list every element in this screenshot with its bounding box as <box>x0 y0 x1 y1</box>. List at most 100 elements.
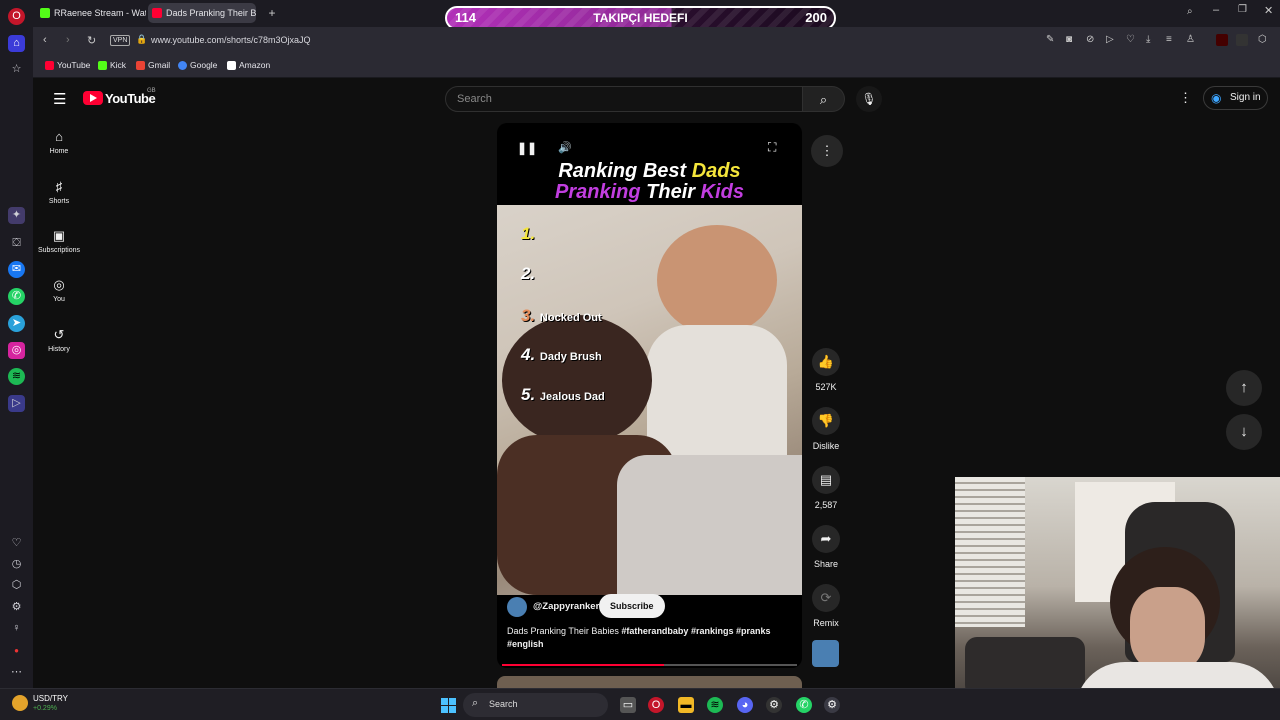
search-button[interactable]: ⌕ <box>803 86 845 112</box>
ticker-name[interactable]: USD/TRY <box>33 694 68 703</box>
bookmark-kick[interactable]: Kick <box>98 60 126 70</box>
edit-icon[interactable]: ✎ <box>1046 34 1054 45</box>
discord-icon[interactable]: ◕ <box>737 697 753 713</box>
hamburger-menu-icon[interactable]: ☰ <box>53 90 66 108</box>
messenger-icon[interactable]: ✉ <box>8 261 25 278</box>
dislike-action[interactable]: 👎 Dislike <box>812 407 840 451</box>
back-icon[interactable]: ‹ <box>43 34 47 46</box>
url-field[interactable]: www.youtube.com/shorts/c78m3OjxaJQ <box>151 35 311 45</box>
comments-action[interactable]: ▤ 2,587 <box>812 466 840 510</box>
shopping-icon[interactable]: ⛋ <box>8 235 25 252</box>
volume-icon[interactable]: 🔊 <box>558 141 572 154</box>
short-player[interactable]: Ranking Best Dads Pranking Their Kids 1.… <box>497 123 802 668</box>
vpn-badge[interactable]: VPN <box>110 35 131 46</box>
comment-icon[interactable]: ▤ <box>812 466 840 494</box>
plus-icon[interactable]: + <box>265 6 279 20</box>
star-icon[interactable]: ☆ <box>8 61 25 78</box>
bookmark-gmail[interactable]: Gmail <box>136 60 170 70</box>
short-caption: Dads Pranking Their Babies #fatherandbab… <box>507 626 771 649</box>
minimize-icon[interactable]: – <box>1213 4 1219 16</box>
weather-icon[interactable] <box>12 695 28 711</box>
spotify-taskbar-icon[interactable]: ≋ <box>707 697 723 713</box>
cube-icon[interactable]: ⬡ <box>8 577 25 594</box>
previous-short-button[interactable]: ↑ <box>1226 370 1262 406</box>
file-explorer-icon[interactable]: ▬ <box>678 697 694 713</box>
windows-start-icon[interactable] <box>440 697 456 713</box>
whatsapp-taskbar-icon[interactable]: ✆ <box>796 697 812 713</box>
voice-search-button[interactable]: 🎙 <box>856 86 882 112</box>
kick-icon <box>98 61 107 70</box>
bookmark-youtube[interactable]: YouTube <box>45 60 90 70</box>
player-icon[interactable]: ▷ <box>8 395 25 412</box>
channel-avatar[interactable] <box>507 597 527 617</box>
opera-taskbar-icon[interactable]: O <box>648 697 664 713</box>
spotify-icon[interactable]: ≋ <box>8 368 25 385</box>
youtube-logo-icon[interactable] <box>83 91 103 105</box>
share-action[interactable]: ➦ Share <box>812 525 840 569</box>
block-icon[interactable]: ⊘ <box>1086 34 1094 45</box>
nav-subscriptions[interactable]: ▣ Subscriptions <box>33 229 85 255</box>
play-icon[interactable]: ▷ <box>1106 34 1114 45</box>
settings-icon[interactable]: ⚙ <box>8 599 25 616</box>
extension-twitch-icon[interactable] <box>1236 34 1248 46</box>
box-icon[interactable]: ⬡ <box>1258 34 1267 45</box>
heart-outline-icon[interactable]: ♡ <box>1126 34 1135 45</box>
nav-history[interactable]: ↺ History <box>33 328 85 354</box>
remix-icon[interactable]: ⟳ <box>812 584 840 612</box>
bookmark-google[interactable]: Google <box>178 60 217 70</box>
rank-list: 1. 2. 3. Nocked Out 4. Dady Brush 5. Jea… <box>521 224 605 425</box>
profile-icon[interactable]: ♙ <box>1186 34 1195 45</box>
progress-fill <box>502 664 665 666</box>
next-short-button[interactable]: ↓ <box>1226 414 1262 450</box>
tab-label: Dads Pranking Their B <box>166 8 256 18</box>
like-action[interactable]: 👍 527K <box>812 348 840 392</box>
home-icon[interactable]: ⌂ <box>8 35 25 52</box>
download-icon[interactable]: ⤓ <box>1146 34 1150 45</box>
bulb-icon[interactable]: ♀ <box>8 620 25 637</box>
reload-icon[interactable]: ↻ <box>87 34 96 47</box>
heart-icon[interactable]: ♡ <box>8 535 25 552</box>
sound-thumbnail[interactable] <box>812 640 839 667</box>
progress-track[interactable] <box>502 664 797 666</box>
search-input[interactable]: Search <box>445 86 803 112</box>
search-icon: ⌕ <box>472 697 479 709</box>
search-tabs-icon[interactable]: ⌕ <box>1187 6 1193 17</box>
camera-icon[interactable]: ◙ <box>1066 34 1072 45</box>
remix-action[interactable]: ⟳ Remix <box>812 584 840 628</box>
short-more-options-icon[interactable]: ⋮ <box>811 135 843 167</box>
pause-icon[interactable]: ❚❚ <box>517 141 537 155</box>
clock-icon[interactable]: ◷ <box>8 556 25 573</box>
tab-rraenee[interactable]: RRaenee Stream - Watch <box>36 3 146 23</box>
sign-in-button[interactable]: ◉ Sign in <box>1203 86 1268 110</box>
nav-shorts[interactable]: ♯ Shorts <box>33 180 85 206</box>
nav-you[interactable]: ◎ You <box>33 278 85 304</box>
next-short-preview[interactable] <box>497 676 802 688</box>
telegram-icon[interactable]: ➤ <box>8 315 25 332</box>
instagram-icon[interactable]: ◎ <box>8 342 25 359</box>
more-icon[interactable]: ⋯ <box>8 664 25 681</box>
share-icon[interactable]: ➦ <box>812 525 840 553</box>
close-icon[interactable]: ✕ <box>1264 4 1273 17</box>
record-icon[interactable]: ● <box>8 642 25 659</box>
thumbs-down-icon[interactable]: 👎 <box>812 407 840 435</box>
forward-icon[interactable]: › <box>66 34 70 46</box>
whatsapp-icon[interactable]: ✆ <box>8 288 25 305</box>
region-code: GB <box>147 88 156 94</box>
bookmark-amazon[interactable]: Amazon <box>227 60 270 70</box>
subscribe-button[interactable]: Subscribe <box>599 594 665 618</box>
nav-home[interactable]: ⌂ Home <box>33 130 85 156</box>
maximize-icon[interactable]: ❐ <box>1238 4 1247 15</box>
extension-icon[interactable] <box>1216 34 1228 46</box>
channel-name[interactable]: @Zappyranker <box>533 601 599 612</box>
tab-active-short[interactable]: Dads Pranking Their B <box>148 3 256 23</box>
aria-icon[interactable]: ✦ <box>8 207 25 224</box>
fullscreen-icon[interactable]: ⛶ <box>768 140 776 155</box>
task-view-icon[interactable]: ▭ <box>620 697 636 713</box>
steam-icon[interactable]: ⚙ <box>766 697 782 713</box>
menu-lines-icon[interactable]: ≡ <box>1166 34 1172 45</box>
taskbar-search[interactable]: ⌕ Search <box>463 693 608 717</box>
opera-logo-icon[interactable]: O <box>8 8 25 25</box>
thumbs-up-icon[interactable]: 👍 <box>812 348 840 376</box>
settings-taskbar-icon[interactable]: ⚙ <box>824 697 840 713</box>
more-options-icon[interactable]: ⋮ <box>1179 90 1192 106</box>
